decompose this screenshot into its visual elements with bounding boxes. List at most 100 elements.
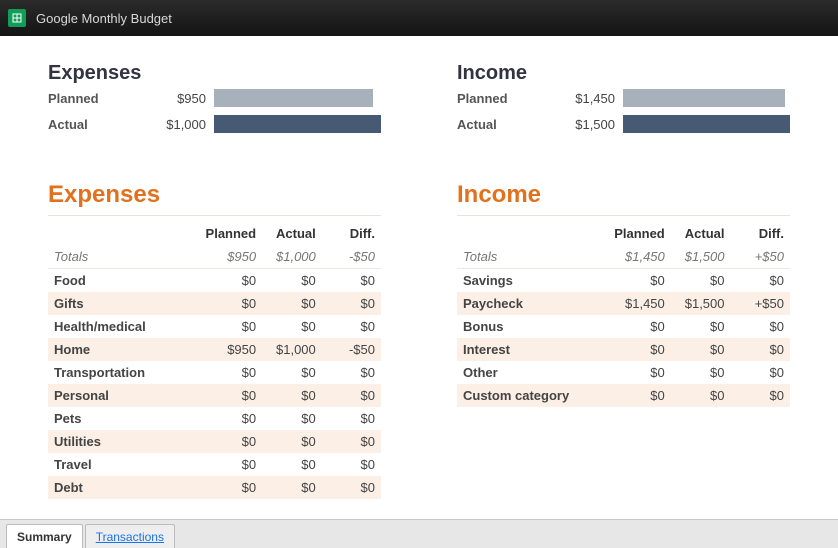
table-row[interactable]: Debt$0$0$0 xyxy=(48,476,381,499)
row-name: Home xyxy=(48,338,200,361)
expenses-table: Planned Actual Diff. Totals$950$1,000-$5… xyxy=(48,222,381,499)
tab-transactions-label: Transactions xyxy=(96,530,164,544)
table-header-empty xyxy=(457,222,608,245)
table-header-actual: Actual xyxy=(671,222,731,245)
row-actual: $1,000 xyxy=(262,338,322,361)
row-diff: $0 xyxy=(322,430,381,453)
row-diff: $0 xyxy=(322,292,381,315)
table-header-row: Planned Actual Diff. xyxy=(457,222,790,245)
income-planned-value: $1,450 xyxy=(563,91,623,106)
row-actual: $0 xyxy=(262,384,322,407)
expenses-planned-bar-fill xyxy=(214,89,373,107)
table-row[interactable]: Utilities$0$0$0 xyxy=(48,430,381,453)
expenses-planned-value: $950 xyxy=(154,91,214,106)
document-body: Expenses Planned $950 Actual $1,000 Expe… xyxy=(0,36,838,519)
table-row[interactable]: Travel$0$0$0 xyxy=(48,453,381,476)
row-actual: $0 xyxy=(671,338,731,361)
table-row[interactable]: Health/medical$0$0$0 xyxy=(48,315,381,338)
row-name: Interest xyxy=(457,338,608,361)
row-planned: $1,450 xyxy=(608,292,671,315)
table-row[interactable]: Custom category$0$0$0 xyxy=(457,384,790,407)
table-header-actual: Actual xyxy=(262,222,322,245)
totals-planned: $1,450 xyxy=(608,245,671,269)
row-planned: $0 xyxy=(200,453,263,476)
income-overview-title: Income xyxy=(457,62,790,85)
table-row[interactable]: Home$950$1,000-$50 xyxy=(48,338,381,361)
table-totals-row: Totals$950$1,000-$50 xyxy=(48,245,381,269)
table-totals-row: Totals$1,450$1,500+$50 xyxy=(457,245,790,269)
income-table: Planned Actual Diff. Totals$1,450$1,500+… xyxy=(457,222,790,407)
expenses-planned-row: Planned $950 xyxy=(48,85,381,111)
row-actual: $0 xyxy=(262,361,322,384)
table-row[interactable]: Bonus$0$0$0 xyxy=(457,315,790,338)
row-actual: $0 xyxy=(262,430,322,453)
income-actual-label: Actual xyxy=(457,117,563,132)
row-planned: $0 xyxy=(200,430,263,453)
row-diff: $0 xyxy=(731,361,791,384)
totals-label: Totals xyxy=(457,245,608,269)
totals-label: Totals xyxy=(48,245,200,269)
row-planned: $0 xyxy=(608,384,671,407)
row-diff: $0 xyxy=(731,269,791,293)
row-actual: $0 xyxy=(262,269,322,293)
row-actual: $0 xyxy=(671,361,731,384)
table-row[interactable]: Paycheck$1,450$1,500+$50 xyxy=(457,292,790,315)
row-diff: $0 xyxy=(322,269,381,293)
row-name: Other xyxy=(457,361,608,384)
row-diff: +$50 xyxy=(731,292,791,315)
row-diff: $0 xyxy=(731,315,791,338)
tab-transactions[interactable]: Transactions xyxy=(85,524,175,548)
row-name: Transportation xyxy=(48,361,200,384)
row-actual: $0 xyxy=(262,315,322,338)
tab-summary[interactable]: Summary xyxy=(6,524,83,548)
table-row[interactable]: Food$0$0$0 xyxy=(48,269,381,293)
row-name: Personal xyxy=(48,384,200,407)
row-diff: $0 xyxy=(322,315,381,338)
expenses-actual-row: Actual $1,000 xyxy=(48,111,381,137)
row-planned: $0 xyxy=(608,361,671,384)
table-row[interactable]: Interest$0$0$0 xyxy=(457,338,790,361)
table-row[interactable]: Transportation$0$0$0 xyxy=(48,361,381,384)
income-column: Income Planned $1,450 Actual $1,500 Inco… xyxy=(457,62,790,499)
totals-diff: +$50 xyxy=(731,245,791,269)
row-diff: $0 xyxy=(731,384,791,407)
income-actual-row: Actual $1,500 xyxy=(457,111,790,137)
income-planned-bar xyxy=(623,89,790,107)
table-row[interactable]: Pets$0$0$0 xyxy=(48,407,381,430)
income-actual-bar xyxy=(623,115,790,133)
totals-diff: -$50 xyxy=(322,245,381,269)
table-row[interactable]: Other$0$0$0 xyxy=(457,361,790,384)
table-header-diff: Diff. xyxy=(322,222,381,245)
row-diff: $0 xyxy=(322,453,381,476)
table-row[interactable]: Personal$0$0$0 xyxy=(48,384,381,407)
row-planned: $950 xyxy=(200,338,263,361)
table-header-planned: Planned xyxy=(608,222,671,245)
row-diff: $0 xyxy=(322,361,381,384)
divider xyxy=(457,215,790,216)
table-row[interactable]: Savings$0$0$0 xyxy=(457,269,790,293)
row-planned: $0 xyxy=(200,269,263,293)
expenses-actual-bar xyxy=(214,115,381,133)
row-name: Bonus xyxy=(457,315,608,338)
window-title: Google Monthly Budget xyxy=(36,11,172,26)
row-planned: $0 xyxy=(200,315,263,338)
totals-actual: $1,500 xyxy=(671,245,731,269)
row-actual: $0 xyxy=(262,407,322,430)
expenses-overview-title: Expenses xyxy=(48,62,381,85)
row-planned: $0 xyxy=(608,269,671,293)
income-table-title: Income xyxy=(457,181,790,209)
row-diff: $0 xyxy=(322,476,381,499)
table-header-row: Planned Actual Diff. xyxy=(48,222,381,245)
expenses-column: Expenses Planned $950 Actual $1,000 Expe… xyxy=(48,62,381,499)
row-actual: $0 xyxy=(262,292,322,315)
expenses-actual-value: $1,000 xyxy=(154,117,214,132)
row-planned: $0 xyxy=(200,407,263,430)
row-name: Health/medical xyxy=(48,315,200,338)
row-actual: $0 xyxy=(671,315,731,338)
row-planned: $0 xyxy=(200,292,263,315)
expenses-actual-label: Actual xyxy=(48,117,154,132)
row-planned: $0 xyxy=(608,315,671,338)
row-name: Savings xyxy=(457,269,608,293)
table-row[interactable]: Gifts$0$0$0 xyxy=(48,292,381,315)
row-planned: $0 xyxy=(200,476,263,499)
